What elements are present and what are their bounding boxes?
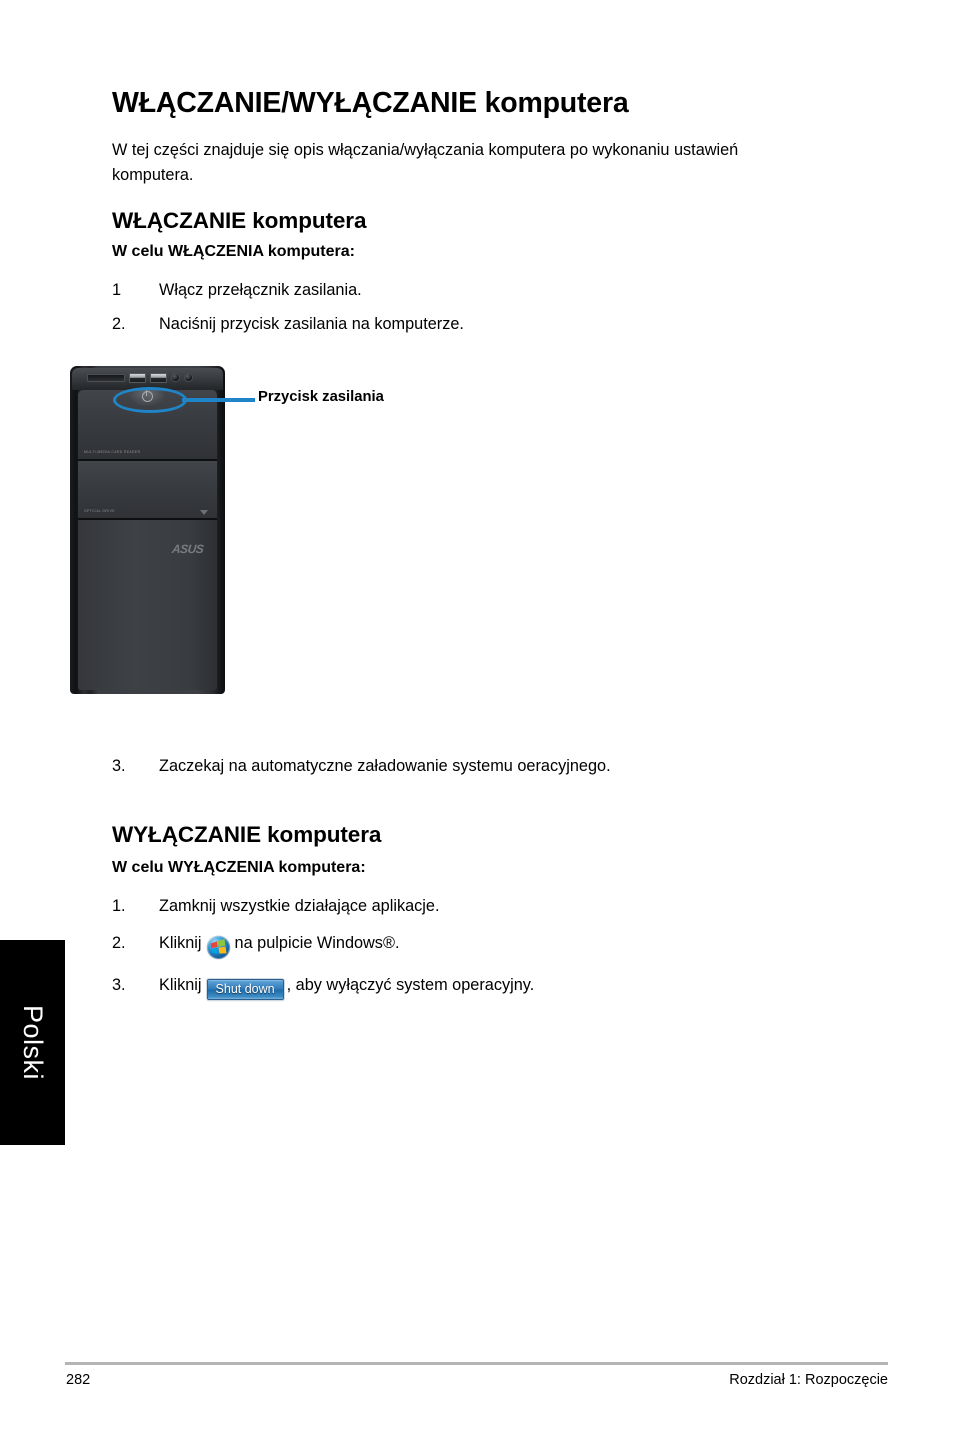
section-heading-power-on: WŁĄCZANIE komputera: [112, 208, 367, 233]
language-tab-label: Polski: [18, 1004, 48, 1081]
step-text: Naciśnij przycisk zasilania na komputerz…: [159, 315, 464, 333]
step-text: Włącz przełącznik zasilania.: [159, 281, 362, 299]
step-item: 2. Naciśnij przycisk zasilania na komput…: [112, 313, 812, 335]
microphone-jack-icon: [171, 373, 180, 382]
computer-tower-illustration: MULTI-MEDIA CARD READER OPTICAL DRIVE AS…: [70, 366, 225, 694]
step-text-with-icon: Kliknij na pulpicie Windows®.: [159, 932, 812, 959]
document-page: Polski WŁĄCZANIE/WYŁĄCZANIE komputera W …: [0, 0, 954, 1438]
shut-down-button[interactable]: Shut down: [206, 979, 284, 1000]
step-text-after: na pulpicie Windows®.: [234, 934, 400, 952]
step-item: 3. Kliknij Shut down, aby wyłączyć system…: [112, 974, 812, 1000]
eject-arrow-icon: [200, 510, 208, 515]
figure-computer-tower: MULTI-MEDIA CARD READER OPTICAL DRIVE AS…: [70, 366, 690, 706]
step-number: 1: [112, 281, 122, 299]
intro-paragraph: W tej części znajduje się opis włączania…: [112, 141, 739, 184]
footer-divider: [65, 1362, 888, 1365]
drive-bay-optical: OPTICAL DRIVE: [78, 461, 217, 520]
usb-port-icon: [129, 372, 146, 383]
subheading-power-on: W celu WŁĄCZENIA komputera:: [112, 243, 355, 260]
card-reader-slot-icon: [87, 373, 125, 382]
footer-chapter: Rozdział 1: Rozpoczęcie: [729, 1372, 888, 1388]
callout-highlight-ellipse: [113, 387, 187, 413]
tower-lower-panel: ASUS: [78, 520, 217, 690]
drive-bay-label: MULTI-MEDIA CARD READER: [84, 450, 141, 454]
step-number: 1.: [112, 897, 126, 915]
step-number: 3.: [112, 757, 126, 775]
tower-front-face: MULTI-MEDIA CARD READER OPTICAL DRIVE AS…: [78, 390, 217, 690]
step-item: 3. Zaczekaj na automatyczne załadowanie …: [112, 755, 812, 777]
callout-label-power-button: Przycisk zasilania: [258, 389, 384, 405]
step-item: 1 Włącz przełącznik zasilania.: [112, 279, 812, 301]
usb-port-icon: [150, 372, 167, 383]
drive-bay-label: OPTICAL DRIVE: [84, 509, 115, 513]
windows-start-orb-icon[interactable]: [206, 936, 230, 959]
subheading-power-off: W celu WYŁĄCZENIA komputera:: [112, 859, 366, 876]
section-heading-power-off: WYŁĄCZANIE komputera: [112, 822, 382, 847]
language-tab-polski: Polski: [0, 940, 65, 1145]
step-number: 2.: [112, 934, 126, 952]
step-number: 3.: [112, 976, 126, 994]
front-io-panel: [87, 372, 205, 383]
asus-logo: ASUS: [170, 542, 204, 556]
step-item: 2. Kliknij na pulpicie Windows®.: [112, 932, 812, 959]
step-text: Zamknij wszystkie działające aplikacje.: [159, 897, 440, 915]
step-number: 2.: [112, 315, 126, 333]
callout-leader-line: [182, 398, 255, 402]
step-text-after: , aby wyłączyć system operacyjny.: [286, 976, 535, 994]
headphone-jack-icon: [184, 373, 193, 382]
step-text-before: Kliknij: [159, 976, 202, 994]
step-text-before: Kliknij: [159, 934, 202, 952]
step-text: Zaczekaj na automatyczne załadowanie sys…: [159, 757, 611, 775]
footer-page-number: 282: [66, 1372, 91, 1388]
step-item: 1. Zamknij wszystkie działające aplikacj…: [112, 895, 812, 917]
step-text-with-button: Kliknij Shut down, aby wyłączyć system op…: [159, 974, 812, 1000]
page-title: WŁĄCZANIE/WYŁĄCZANIE komputera: [112, 87, 629, 119]
